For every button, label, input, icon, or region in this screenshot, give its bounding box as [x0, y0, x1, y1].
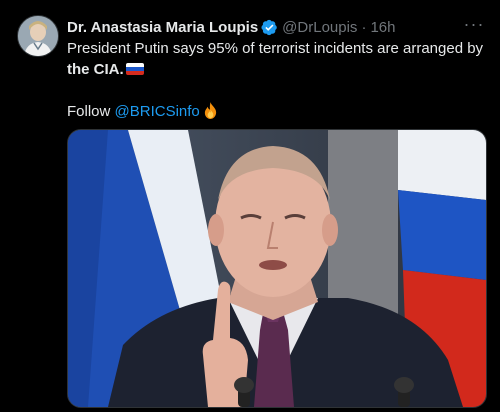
- avatar[interactable]: [17, 15, 59, 57]
- separator-dot: ·: [361, 18, 367, 36]
- tweet-text-main: President Putin says 95% of terrorist in…: [67, 40, 484, 57]
- follow-text: Follow: [67, 103, 115, 120]
- tweet-text: President Putin says 95% of terrorist in…: [67, 38, 485, 122]
- mention-link[interactable]: @BRICSinfo: [115, 103, 200, 120]
- tweet-header: Dr. Anastasia Maria Loupis @DrLoupis · 1…: [67, 16, 486, 38]
- russian-flag-emoji: [125, 63, 144, 75]
- timestamp[interactable]: 16h: [370, 19, 395, 36]
- tweet-card[interactable]: Dr. Anastasia Maria Loupis @DrLoupis · 1…: [0, 0, 500, 412]
- tweet-text-bold: the CIA.: [67, 61, 124, 78]
- author-handle[interactable]: @DrLoupis: [282, 19, 357, 36]
- photo-putin-speaking: [68, 130, 486, 407]
- tweet-media-image[interactable]: [67, 129, 487, 408]
- more-options-icon[interactable]: ···: [462, 14, 486, 34]
- fire-emoji: [204, 102, 216, 119]
- author-name[interactable]: Dr. Anastasia Maria Loupis: [67, 19, 258, 36]
- avatar-image: [18, 16, 58, 56]
- verified-badge-icon: [261, 19, 277, 35]
